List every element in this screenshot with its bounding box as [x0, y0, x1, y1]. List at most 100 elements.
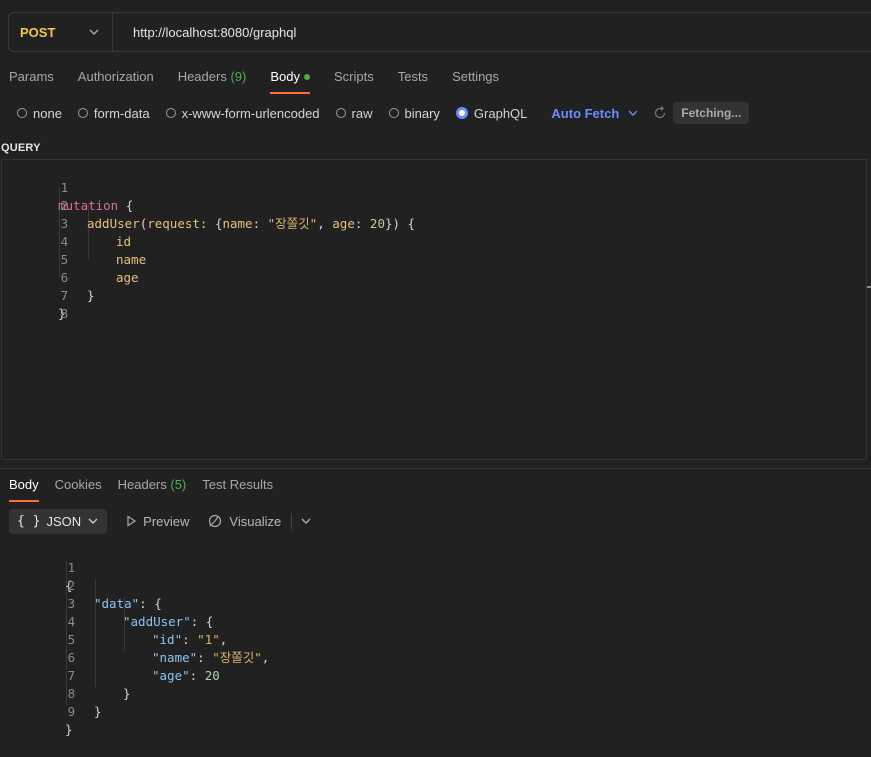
toolbar-divider — [291, 513, 293, 529]
line-number: 3 — [67, 596, 76, 611]
radio-label: binary — [404, 105, 440, 121]
punctuation: } — [65, 722, 73, 737]
json-number: 20 — [204, 668, 220, 683]
code-line: 8 } — [0, 667, 102, 719]
code-line: 1 { — [0, 541, 75, 593]
radio-icon — [165, 108, 176, 118]
response-tabs: Body Cookies Headers (5) Test Results — [9, 472, 289, 502]
body-type-raw[interactable]: raw — [335, 106, 373, 121]
tab-label: Headers — [177, 69, 227, 84]
number-value: 20 — [369, 216, 385, 231]
json-key: "addUser" — [123, 614, 191, 629]
tab-response-body[interactable]: Body — [9, 472, 39, 502]
editor-scrollbar[interactable] — [867, 286, 871, 288]
tab-scripts[interactable]: Scripts — [334, 64, 374, 94]
code-line: 8 — [2, 287, 69, 321]
tab-params[interactable]: Params — [9, 64, 54, 94]
query-editor[interactable]: 1 mutation { 2 addUser(request: {name: "… — [1, 159, 867, 460]
format-dropdown[interactable]: { } JSON — [9, 508, 108, 534]
visualize-label: Visualize — [229, 513, 282, 529]
line-number: 7 — [67, 668, 76, 683]
punctuation: , — [317, 216, 333, 231]
code-line: 9 } — [0, 685, 75, 737]
visualize-icon — [209, 514, 222, 528]
tab-label: Params — [9, 69, 54, 84]
url-input[interactable]: http://localhost:8080/graphql — [113, 25, 296, 40]
argument-key: name — [222, 216, 253, 231]
punctuation: { — [118, 198, 134, 213]
visualize-button[interactable]: Visualize — [207, 513, 281, 529]
refresh-icon[interactable] — [653, 106, 667, 120]
tab-label: Scripts — [333, 69, 374, 84]
query-section-label: QUERY — [1, 142, 41, 154]
radio-label: x-www-form-urlencoded — [181, 105, 320, 121]
tab-headers[interactable]: Headers (9) — [178, 64, 247, 94]
tab-settings[interactable]: Settings — [452, 64, 499, 94]
auto-fetch-label: Auto Fetch — [551, 105, 620, 121]
tab-response-headers[interactable]: Headers (5) — [118, 472, 187, 502]
line-number: 2 — [67, 578, 76, 593]
method-select[interactable]: POST — [9, 13, 113, 51]
chevron-down-icon — [89, 29, 99, 35]
tab-authorization[interactable]: Authorization — [78, 64, 154, 94]
line-number: 9 — [67, 704, 76, 719]
chevron-down-icon — [88, 518, 98, 524]
json-key: "name" — [152, 650, 198, 665]
headers-count: (9) — [230, 69, 247, 84]
punctuation: : — [197, 650, 213, 665]
json-key: "data" — [94, 596, 140, 611]
code-line: 3 "addUser": { — [0, 577, 214, 629]
field-name: age — [116, 270, 139, 285]
radio-label: form-data — [93, 105, 150, 121]
chevron-down-icon[interactable] — [300, 515, 312, 527]
format-label: JSON — [46, 513, 82, 529]
punctuation: } — [123, 686, 131, 701]
body-type-none[interactable]: none — [17, 106, 62, 121]
code-line: 2 "data": { — [0, 559, 162, 611]
chevron-down-icon — [628, 110, 638, 116]
request-url-bar: POST http://localhost:8080/graphql — [8, 12, 871, 52]
line-number: 4 — [67, 614, 76, 629]
preview-button[interactable]: Preview — [125, 514, 189, 529]
punctuation: : — [189, 668, 205, 683]
tab-label: Headers — [117, 477, 167, 492]
line-number: 4 — [60, 234, 69, 249]
body-type-selector: none form-data x-www-form-urlencoded raw… — [17, 101, 750, 125]
code-line: 6 "age": 20 — [0, 631, 220, 683]
radio-icon — [17, 108, 27, 118]
body-type-urlencoded[interactable]: x-www-form-urlencoded — [165, 105, 320, 121]
pane-divider[interactable] — [0, 468, 871, 469]
field-name: name — [116, 252, 147, 267]
tab-body[interactable]: Body — [270, 64, 310, 94]
tab-tests[interactable]: Tests — [398, 64, 428, 94]
body-type-graphql[interactable]: GraphQL — [455, 105, 528, 121]
fetching-badge: Fetching... — [673, 102, 750, 124]
tab-label: Test Results — [202, 477, 274, 492]
tab-label: Tests — [397, 69, 429, 84]
tab-test-results[interactable]: Test Results — [202, 472, 273, 502]
line-number: 8 — [67, 686, 76, 701]
radio-icon — [77, 108, 88, 118]
code-line: 5 "name": "장쫄깃", — [0, 613, 270, 665]
line-number: 3 — [60, 216, 69, 231]
method-label: POST — [20, 24, 56, 40]
punctuation: : { — [190, 614, 214, 629]
punctuation: : { — [139, 596, 162, 611]
punctuation: : — [182, 632, 198, 647]
line-number: 6 — [60, 270, 69, 285]
punctuation: } — [94, 704, 102, 719]
response-viewer[interactable]: 1 { 2 "data": { 3 "addUser": { 4 "id": "… — [0, 541, 871, 737]
body-type-binary[interactable]: binary — [388, 105, 440, 121]
tab-cookies[interactable]: Cookies — [55, 472, 102, 502]
code-line: 5 age — [2, 233, 139, 285]
field-name: id — [116, 234, 132, 249]
preview-label: Preview — [143, 513, 190, 529]
punctuation: }) { — [384, 216, 416, 231]
punctuation: : { — [199, 216, 223, 231]
auto-fetch-dropdown[interactable]: Auto Fetch — [551, 106, 639, 121]
body-type-form-data[interactable]: form-data — [77, 105, 150, 121]
code-line: 7 } — [0, 649, 131, 701]
tab-label: Settings — [452, 69, 500, 84]
punctuation: } — [87, 288, 95, 303]
radio-label: GraphQL — [473, 105, 528, 121]
